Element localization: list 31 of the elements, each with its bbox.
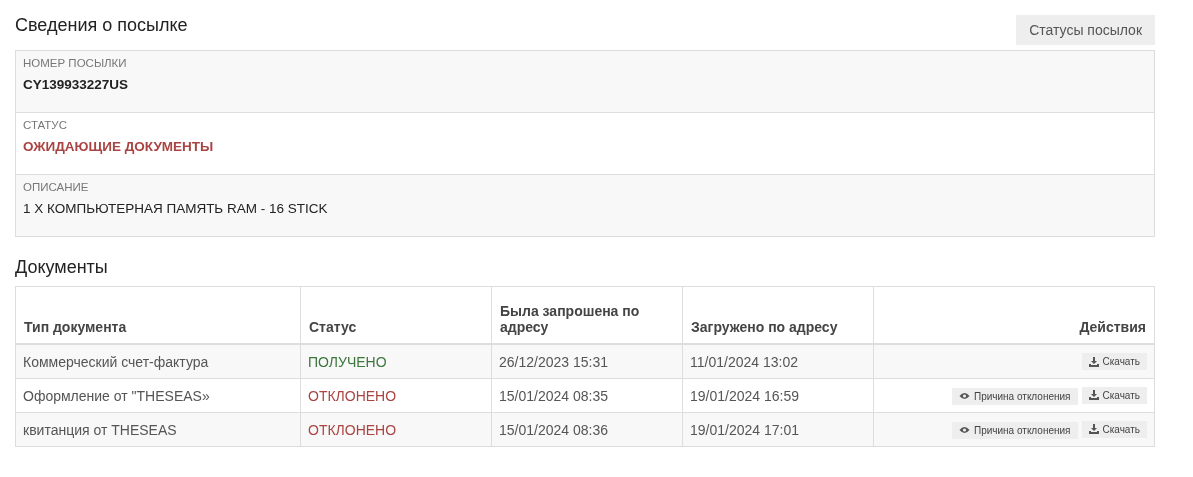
- download-button[interactable]: Скачать: [1081, 386, 1147, 404]
- status-cell: ОТКЛОНЕНО: [300, 378, 492, 413]
- download-icon: [1088, 390, 1099, 400]
- table-cell: 26/12/2023 15:31: [491, 344, 683, 379]
- section-title: Документы: [15, 257, 109, 278]
- table-cell: 15/01/2024 08:36: [491, 412, 683, 447]
- field-label: НОМЕР ПОСЫЛКИ: [23, 57, 127, 69]
- eye-icon: [958, 426, 970, 434]
- table-cell: 19/01/2024 16:59: [682, 378, 874, 413]
- rejection-reason-button[interactable]: Причина отклонения: [951, 421, 1078, 439]
- table-cell: 19/01/2024 17:01: [682, 412, 874, 447]
- table-cell: квитанция от THESEAS: [15, 412, 301, 447]
- table-cell: Коммерческий счет-фактура: [15, 344, 301, 379]
- rejection-reason-button[interactable]: Причина отклонения: [951, 387, 1078, 405]
- eye-icon: [958, 392, 970, 400]
- table-cell: 11/01/2024 13:02: [682, 344, 874, 379]
- status-cell: ПОЛУЧЕНО: [300, 344, 492, 379]
- table-cell: 15/01/2024 08:35: [491, 378, 683, 413]
- download-icon: [1088, 356, 1099, 367]
- field-value: 1 X КОМПЬЮТЕРНАЯ ПАМЯТЬ RAM - 16 STICK: [23, 201, 328, 216]
- table-cell: Оформление от "THESEAS»: [15, 378, 301, 413]
- field-value: CY139933227US: [23, 77, 129, 92]
- download-button[interactable]: Скачать: [1081, 353, 1147, 370]
- field-label: ОПИСАНИЕ: [23, 181, 89, 193]
- field-value: ОЖИДАЮЩИЕ ДОКУМЕНТЫ: [23, 139, 214, 154]
- field-label: СТАТУС: [23, 119, 67, 131]
- status-cell: ОТКЛОНЕНО: [300, 412, 492, 447]
- section-title: Сведения о посылке: [15, 15, 188, 36]
- download-button[interactable]: Скачать: [1081, 420, 1147, 438]
- parcel-statuses-button[interactable]: Статусы посылок: [1016, 15, 1155, 45]
- download-icon: [1088, 424, 1099, 434]
